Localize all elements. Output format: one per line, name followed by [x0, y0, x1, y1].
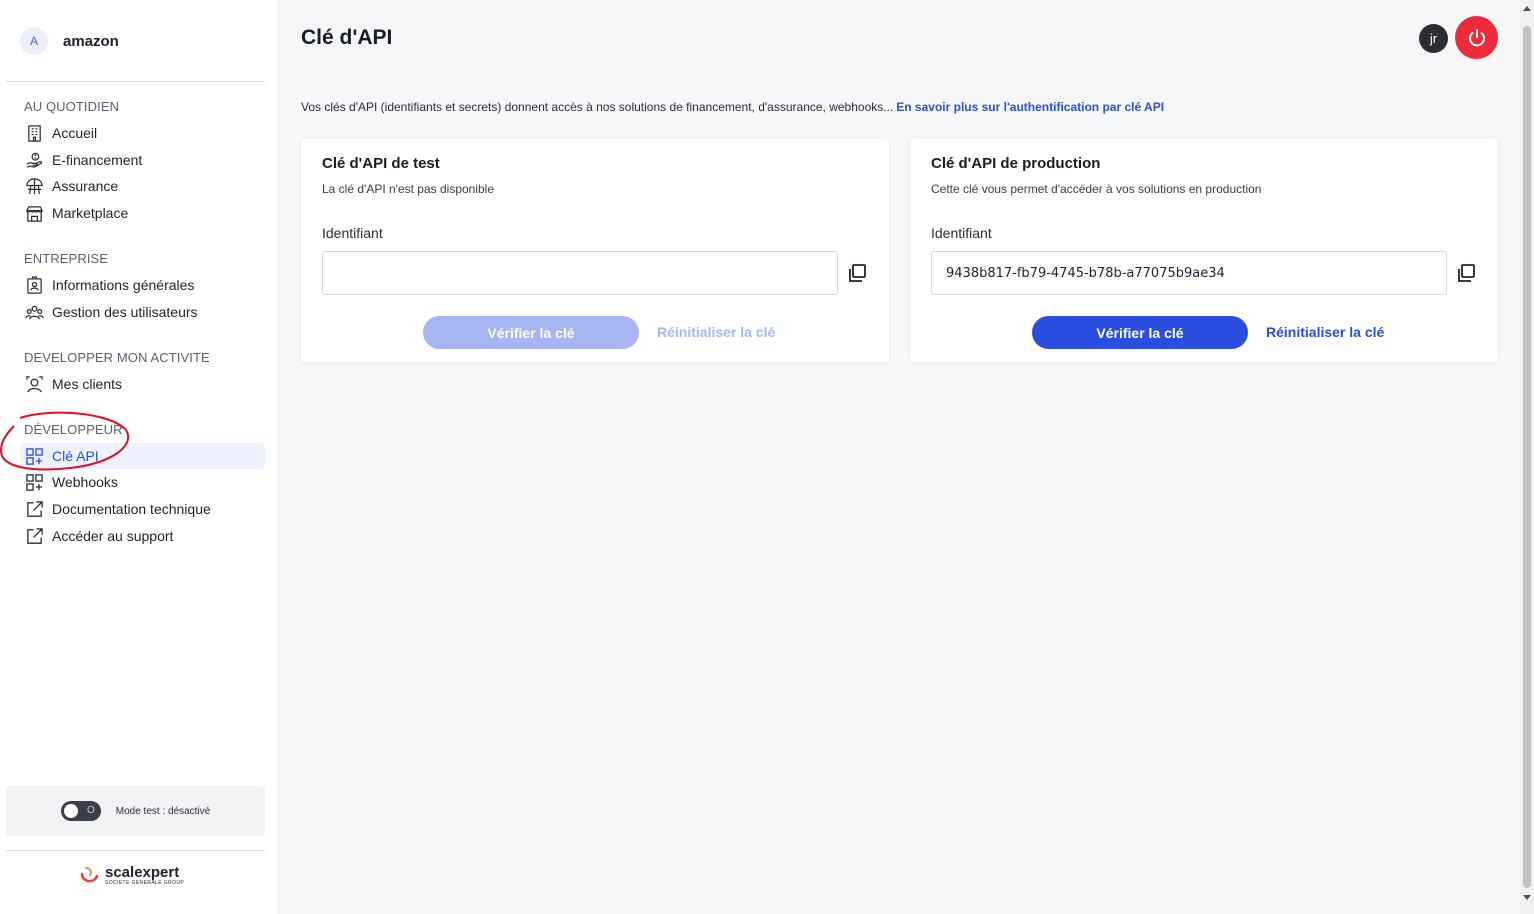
section-title-developpeur: DÉVELOPPEUR: [24, 422, 123, 437]
toggle-off-indicator: O: [86, 805, 95, 816]
account-avatar: A: [20, 27, 48, 55]
divider: [6, 81, 265, 82]
account-name: amazon: [63, 32, 119, 50]
test-identifier-field[interactable]: [322, 251, 838, 295]
toggle-knob: [63, 804, 78, 818]
verify-key-button[interactable]: Vérifier la clé: [423, 316, 639, 349]
card-title: Clé d'API de test: [322, 155, 440, 172]
sidebar-item-label: Accueil: [52, 125, 98, 141]
hand-money-icon: [24, 150, 44, 170]
sidebar-item-label: Mes clients: [52, 376, 123, 392]
scrollbar-thumb[interactable]: [1523, 26, 1531, 888]
umbrella-icon: [24, 176, 44, 196]
scroll-down-icon[interactable]: [1523, 895, 1531, 900]
user-avatar[interactable]: jr: [1419, 24, 1448, 53]
mode-test-label: Mode test : désactivé: [115, 805, 211, 817]
page-scrollbar[interactable]: [1520, 0, 1534, 914]
sidebar-item-e-financement[interactable]: E-financement: [20, 147, 265, 173]
sidebar-item-label: Documentation technique: [52, 501, 211, 517]
logout-button[interactable]: [1455, 16, 1498, 59]
auth-doc-link[interactable]: En savoir plus sur l'authentification pa…: [896, 100, 1164, 114]
sidebar-item-informations-generales[interactable]: Informations générales: [20, 272, 265, 298]
section-title-au-quotidien: AU QUOTIDIEN: [24, 99, 120, 114]
api-grid-icon: [24, 446, 44, 466]
sidebar-item-acceder-support[interactable]: Accéder au support: [20, 523, 265, 549]
main-content: Clé d'API jr Vos clés d'API (identifiant…: [279, 0, 1520, 914]
logo-swirl-icon: [80, 867, 99, 883]
mode-test-toggle[interactable]: O: [60, 801, 101, 821]
sidebar-item-label: Marketplace: [52, 205, 129, 221]
sidebar-item-cle-api[interactable]: Clé API: [20, 443, 265, 469]
mode-test-panel: O Mode test : désactivé: [6, 786, 265, 836]
sidebar-item-label: Webhooks: [52, 474, 118, 490]
external-link-icon: [24, 499, 44, 519]
card-description: La clé d'API n'est pas disponible: [322, 182, 495, 196]
sidebar-item-documentation-technique[interactable]: Documentation technique: [20, 496, 265, 522]
users-icon: [24, 302, 44, 322]
test-api-key-card: Clé d'API de test La clé d'API n'est pas…: [301, 139, 889, 362]
building-icon: [24, 123, 44, 143]
production-api-key-card: Clé d'API de production Cette clé vous p…: [910, 139, 1498, 362]
client-icon: [24, 374, 44, 394]
scalexpert-logo: scalexpert SOCIETE GENERALE GROUP: [78, 864, 184, 886]
sidebar-item-marketplace[interactable]: Marketplace: [20, 200, 265, 226]
power-icon: [1468, 28, 1485, 46]
sidebar: A amazon AU QUOTIDIEN Accueil E-financem…: [0, 0, 279, 914]
intro-text: Vos clés d'API (identifiants et secrets)…: [301, 100, 1164, 114]
section-title-developper-activite: DEVELOPPER MON ACTIVITE: [24, 350, 210, 365]
sidebar-item-gestion-utilisateurs[interactable]: Gestion des utilisateurs: [20, 299, 265, 325]
reset-key-button[interactable]: Réinitialiser la clé: [657, 324, 775, 340]
api-grid-icon: [24, 472, 44, 492]
sidebar-item-label: Clé API: [52, 448, 99, 464]
verify-key-button[interactable]: Vérifier la clé: [1032, 316, 1248, 349]
sidebar-item-label: Assurance: [52, 178, 119, 194]
sidebar-item-mes-clients[interactable]: Mes clients: [20, 371, 265, 397]
external-link-icon: [24, 526, 44, 546]
identifier-label: Identifiant: [931, 225, 992, 241]
sidebar-item-label: Accéder au support: [52, 528, 174, 544]
logo-brand: scalexpert: [105, 863, 180, 881]
divider: [6, 850, 265, 851]
copy-icon[interactable]: [847, 263, 867, 283]
sidebar-item-label: Informations générales: [52, 277, 195, 293]
sidebar-item-accueil[interactable]: Accueil: [20, 120, 265, 146]
sidebar-item-label: Gestion des utilisateurs: [52, 304, 198, 320]
sidebar-item-label: E-financement: [52, 152, 143, 168]
card-title: Clé d'API de production: [931, 155, 1101, 172]
card-description: Cette clé vous permet d'accéder à vos so…: [931, 182, 1262, 196]
production-identifier-field[interactable]: 9438b817-fb79-4745-b78b-a77075b9ae34: [931, 251, 1447, 295]
sidebar-item-assurance[interactable]: Assurance: [20, 173, 265, 199]
account-switcher[interactable]: A amazon: [20, 27, 119, 55]
section-title-entreprise: ENTREPRISE: [24, 251, 109, 266]
logo-subtitle: SOCIETE GENERALE GROUP: [105, 879, 185, 886]
copy-icon[interactable]: [1456, 263, 1476, 283]
id-card-icon: [24, 275, 44, 295]
sidebar-item-webhooks[interactable]: Webhooks: [20, 469, 265, 495]
intro-description: Vos clés d'API (identifiants et secrets)…: [301, 100, 894, 114]
reset-key-button[interactable]: Réinitialiser la clé: [1266, 324, 1384, 340]
page-title: Clé d'API: [301, 26, 393, 49]
scroll-up-icon[interactable]: [1523, 6, 1531, 11]
identifier-label: Identifiant: [322, 225, 383, 241]
store-icon: [24, 203, 44, 223]
